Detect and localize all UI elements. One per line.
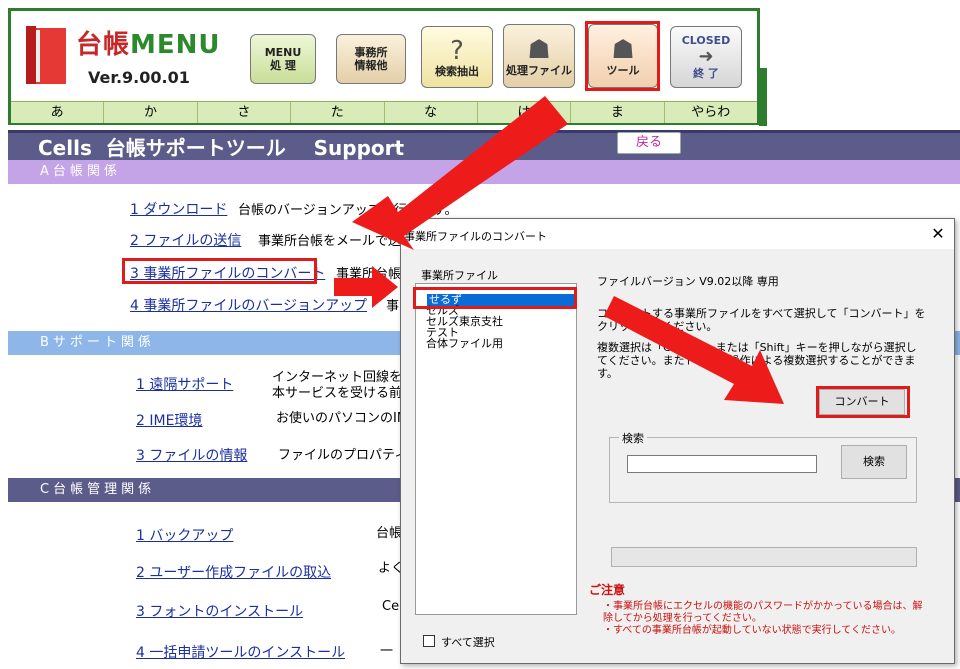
exit-label: 終 了: [693, 67, 719, 80]
menu-process-label-2: 処 理: [270, 59, 296, 72]
desc-ime: お使いのパソコンのIM: [276, 411, 409, 426]
kana-tab-yarawa[interactable]: やらわ: [665, 102, 757, 123]
office-file-list-label: 事業所ファイル: [421, 269, 498, 282]
desc-send-file: 事業所台帳をメールで送信: [258, 234, 415, 249]
desc-remote-support-2: 本サービスを受ける前: [272, 386, 403, 401]
process-file-button[interactable]: ☗ 処理ファイル: [503, 24, 575, 88]
office-info-label-1: 事務所: [354, 46, 388, 59]
link-import-user-file[interactable]: 2 ユーザー作成ファイルの取込: [136, 562, 331, 582]
list-item[interactable]: 合体ファイル用: [426, 338, 503, 349]
exit-door-icon: ➜: [698, 46, 714, 67]
menu-process-button[interactable]: MENU 処 理: [250, 34, 316, 84]
search-button[interactable]: 検索: [841, 445, 907, 479]
select-all-checkbox[interactable]: [423, 635, 435, 647]
kana-tab-ha[interactable]: は: [478, 102, 572, 123]
link-backup[interactable]: 1 バックアップ: [136, 525, 233, 545]
convert-dialog: 事業所ファイルのコンバート ✕ 事業所ファイル せるず セルズ セルズ東京支社 …: [400, 218, 955, 664]
instruction-text-1: コンバートする事業所ファイルをすべて選択して「コンバート」をクリックしてください…: [597, 307, 926, 333]
version-note: ファイルバージョン V9.02以降 専用: [597, 275, 779, 288]
magnifier-question-icon: ?: [450, 35, 464, 66]
select-all-label: すべて選択: [441, 636, 495, 649]
desc-backup: 台帳: [376, 526, 403, 541]
link-remote-support[interactable]: 1 遠隔サポート: [136, 374, 233, 394]
search-extract-button[interactable]: ? 検索抽出: [421, 26, 493, 88]
ledger-book-icon: [26, 26, 66, 84]
app-logo-title: 台帳MENU: [76, 30, 221, 60]
link-download[interactable]: 1 ダウンロード: [130, 199, 227, 219]
link-install-font[interactable]: 3 フォントのインストール: [136, 601, 303, 621]
progress-bar: [611, 547, 917, 567]
kana-tab-sa[interactable]: さ: [198, 102, 292, 123]
close-icon[interactable]: ✕: [927, 223, 949, 245]
search-group-label: 検索: [619, 430, 647, 446]
convert-link-highlight: [122, 258, 317, 284]
process-file-label: 処理ファイル: [506, 63, 572, 77]
kana-tab-ka[interactable]: か: [104, 102, 198, 123]
notice-text-1: ・事業所台帳にエクセルの機能のパスワードがかかっている場合は、解除してから処理を…: [603, 601, 923, 624]
search-extract-label: 検索抽出: [435, 64, 479, 78]
office-info-button[interactable]: 事務所 情報他: [336, 34, 406, 84]
instruction-text-2: 複数選択は「Ctrl」キーまたは「Shift」キーを押しながら選択してください。…: [597, 341, 917, 380]
desc-install-bulk-tool: 一: [380, 644, 394, 659]
desc-version-up: 事: [386, 299, 400, 314]
office-file-listbox[interactable]: せるず セルズ セルズ東京支社 テスト 合体ファイル用: [415, 283, 577, 615]
closed-exit-button[interactable]: CLOSED ➜ 終 了: [670, 26, 742, 88]
link-send-file[interactable]: 2 ファイルの送信: [130, 230, 241, 250]
kana-tab-a[interactable]: あ: [11, 102, 105, 123]
kana-tab-ta[interactable]: た: [291, 102, 385, 123]
search-input[interactable]: [627, 455, 817, 473]
desc-download: 台帳のバージョンアップを行います。: [238, 203, 458, 218]
dialog-title: 事業所ファイルのコンバート: [404, 230, 547, 243]
kana-tab-ma[interactable]: ま: [571, 102, 665, 123]
person-binder-icon: ☗: [527, 34, 551, 65]
app-version: Ver.9.00.01: [88, 68, 190, 87]
kana-tab-row: あ か さ た な は ま やらわ: [11, 101, 757, 123]
kana-tab-na[interactable]: な: [385, 102, 478, 123]
link-file-info[interactable]: 3 ファイルの情報: [136, 445, 247, 465]
page-title: Cells 台帳サポートツール Support: [38, 136, 405, 160]
desc-install-font: Ce: [382, 599, 400, 614]
notice-title: ご注意: [589, 583, 626, 597]
tool-button-highlight: [585, 21, 660, 91]
menu-process-label-1: MENU: [264, 46, 302, 59]
desc-file-info: ファイルのプロパティを: [278, 448, 421, 463]
link-install-bulk-tool[interactable]: 4 一括申請ツールのインストール: [136, 642, 345, 662]
back-button[interactable]: 戻る: [617, 132, 681, 154]
link-ime[interactable]: 2 IME環境: [136, 410, 202, 430]
convert-button-highlight: [816, 386, 910, 418]
list-selection-highlight: [413, 287, 577, 309]
desc-convert-office-file: 事業所台帳: [336, 267, 402, 282]
section-a-header: A台帳関係: [8, 160, 960, 184]
link-version-up[interactable]: 4 事業所ファイルのバージョンアップ: [130, 295, 367, 315]
notice-text-2: ・すべての事業所台帳が起動していない状態で実行してください。: [603, 625, 901, 636]
frame-accent: [759, 68, 767, 126]
office-info-label-2: 情報他: [354, 59, 388, 72]
